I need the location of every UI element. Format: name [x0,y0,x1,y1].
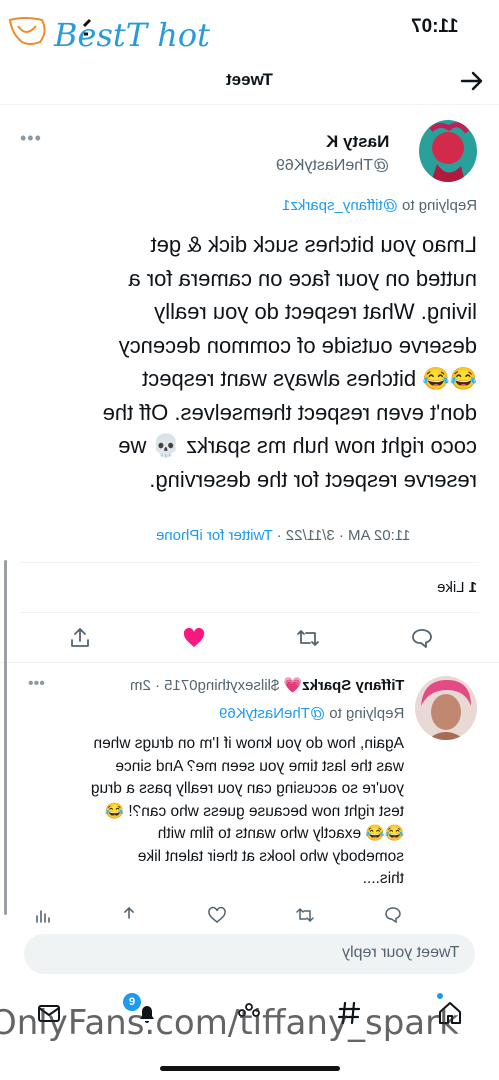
header-divider [0,104,499,105]
replying-to: Replying to @tiffany_sparkz1 [281,197,477,214]
retweet-icon[interactable] [296,626,320,650]
heart-icon[interactable] [208,906,226,924]
tweet-line: don't even respect themselves. Off the [102,399,477,425]
reply-line: this.... [362,870,404,887]
reply-line: Again, how do you know if I'm on drugs w… [93,735,404,752]
reply-line: somebody who looks at their talent like [137,847,404,865]
reply-input-placeholder[interactable]: Tweet your reply [342,944,459,962]
reply-age: 2m [129,677,151,694]
page-title: Tweet [226,70,273,89]
reply-replying-to-link[interactable]: @TheNastyK69 [219,705,325,722]
reply-line: test right now because guess who can?! 😂 [104,802,404,820]
status-time: 11:07 [411,16,459,37]
heart-icon[interactable] [182,626,206,650]
scrollbar[interactable] [4,560,7,915]
tweet-time: 11:02 AM [348,527,411,544]
retweet-icon[interactable] [296,906,314,924]
back-arrow-icon[interactable] [459,70,485,92]
tweet-line: Lmao you bitches suck dick & get [150,232,478,257]
reply-line: was the last time you seen me? And since [115,757,404,775]
tweet-date: 3/11/22 [285,527,335,544]
author-handle[interactable]: @TheNastyK69 [276,157,389,175]
reply-replying-to: Replying to @TheNastyK69 [218,705,404,722]
divider [20,562,479,563]
reply-line: you're so accusing can you really pass a… [90,780,404,797]
author-name[interactable]: Nasty K [326,132,389,152]
reply-author-name[interactable]: Tiffany Sparkz💗 [283,677,404,694]
reply-icon[interactable] [384,906,402,924]
author-avatar[interactable] [419,120,477,182]
more-icon[interactable]: ••• [28,675,45,693]
tweet-source[interactable]: Twitter for iPhone [156,527,273,544]
reply-text: Again, how do you know if I'm on drugs w… [24,733,404,891]
analytics-icon[interactable] [34,906,52,924]
tweet-line: 😂😂 bitches always want respect [142,366,477,391]
reply-icon[interactable] [410,626,434,650]
reply-author-avatar[interactable] [415,676,477,740]
likes-count[interactable]: 1 Like [437,579,477,596]
replying-to-link[interactable]: @tiffany_sparkz1 [282,197,398,214]
tweet-line: deserve outside of common decency [118,332,477,358]
svg-text:BestT hot: BestT hot [53,16,210,54]
reply-author-handle[interactable]: $lilsexything0715 [164,677,279,694]
url-watermark: OnlyFans.com/tiffany_spark [0,1003,459,1043]
home-indicator[interactable] [160,1066,340,1071]
tweet-meta: 11:02 AM · 3/11/22 · Twitter for iPhone [156,527,411,544]
more-icon[interactable]: ••• [20,128,42,149]
home-unread-dot [437,993,443,999]
share-icon[interactable] [68,626,92,650]
divider [20,612,479,613]
reply-header: Tiffany Sparkz💗 $lilsexything0715 · 2m [129,677,404,694]
tweet-line: coco right now huh ms sparkz 💀 we [118,433,477,458]
divider [0,662,499,663]
watermark-logo: BestT hot [8,16,210,54]
tweet-line: nutted on your face on camera for a [128,265,477,291]
tweet-line: reserve respect for the deserving. [149,466,477,492]
reply-line: 😂😂 exactly who wants to film with [157,825,404,842]
share-icon[interactable] [120,906,138,924]
tweet-text: Lmao you bitches suck dick & get nutted … [22,228,477,496]
tweet-line: living. What respect do you really [154,299,477,324]
